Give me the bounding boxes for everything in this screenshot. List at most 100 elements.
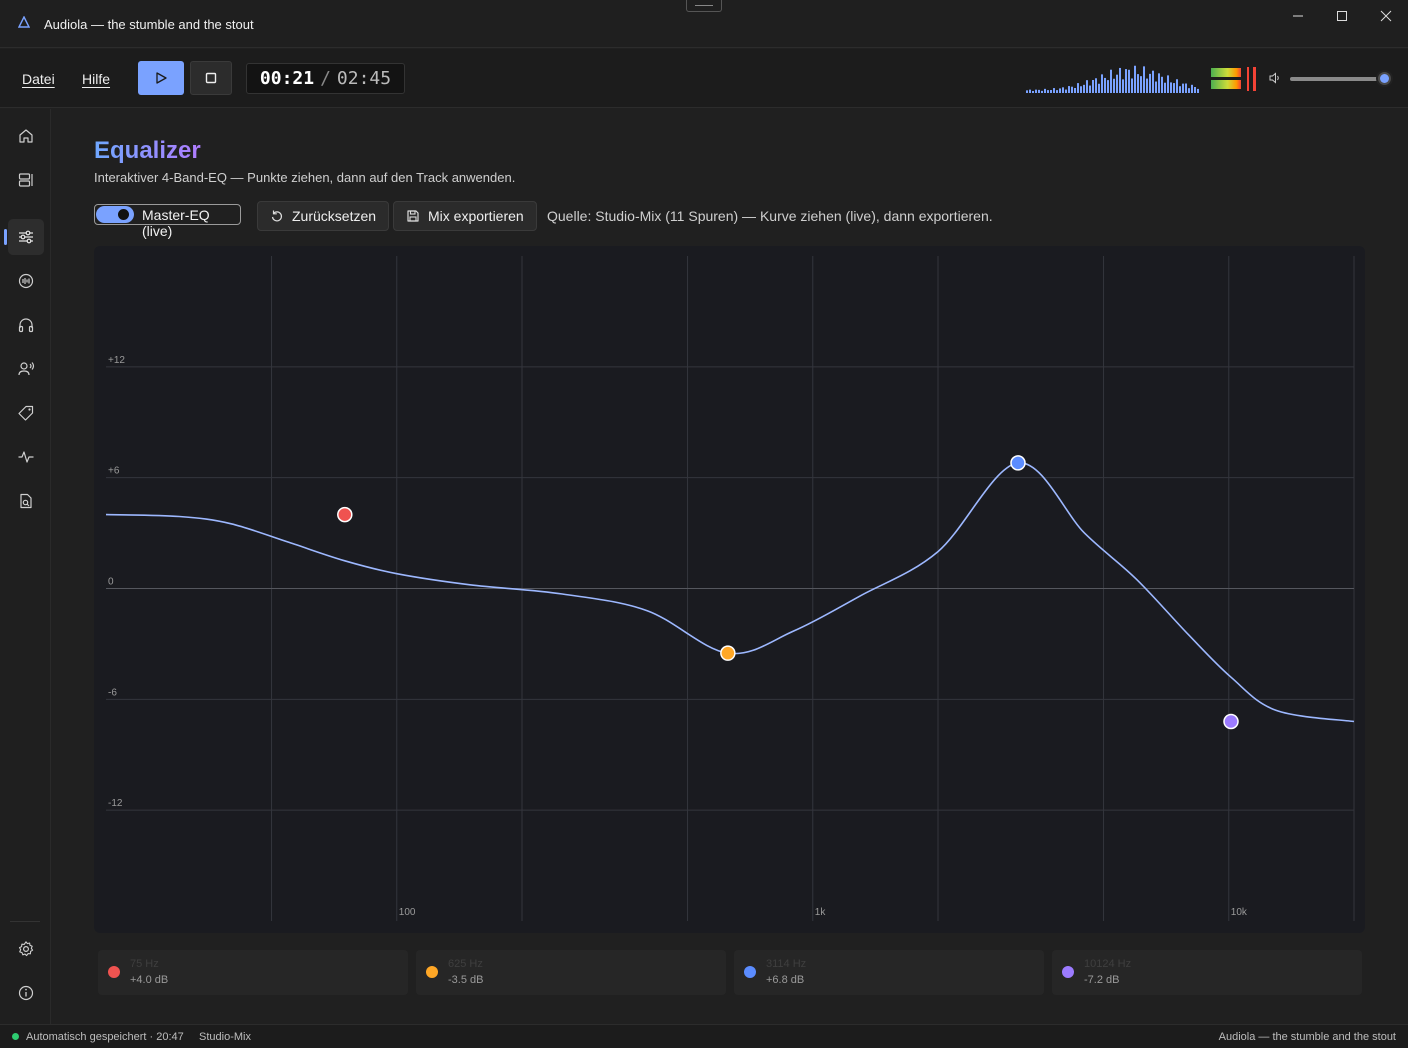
spectrum-bar <box>1107 80 1109 93</box>
band-frequency: 10124 Hz <box>1084 958 1132 970</box>
nav-equalizer[interactable] <box>4 219 44 255</box>
nav-library[interactable] <box>8 162 44 198</box>
nav-voice[interactable] <box>8 351 44 387</box>
x-tick-label: 10k <box>1231 907 1248 918</box>
equalizer-icon <box>19 230 33 244</box>
spectrum-bar <box>1122 79 1124 93</box>
play-button[interactable] <box>138 61 184 95</box>
nav-info[interactable] <box>8 975 44 1011</box>
stop-button[interactable] <box>190 61 232 95</box>
app-logo-icon <box>18 16 30 28</box>
toggle-label: Master-EQ (live) <box>142 207 210 239</box>
export-mix-button[interactable]: Mix exportieren <box>393 201 537 231</box>
volume-slider-thumb[interactable] <box>1376 70 1393 87</box>
spectrum-bar <box>1152 70 1154 93</box>
tag-icon <box>18 405 34 421</box>
x-tick-label: 1k <box>815 907 827 918</box>
band-gain: -3.5 dB <box>448 974 484 986</box>
maximize-button[interactable] <box>1320 0 1364 32</box>
band-gain: -7.2 dB <box>1084 974 1120 986</box>
nav-settings[interactable] <box>8 931 44 967</box>
total-time: 02:45 <box>336 68 392 89</box>
spectrum-bar <box>1179 86 1181 93</box>
band-frequency: 3114 Hz <box>766 958 807 970</box>
spectrum-bar <box>1092 80 1094 93</box>
nav-home[interactable] <box>8 118 44 154</box>
spectrum-bar <box>1086 80 1088 93</box>
voice-icon <box>18 362 35 376</box>
spectrum-bar <box>1056 90 1058 93</box>
minimize-button[interactable] <box>1276 0 1320 32</box>
spectrum-bar <box>1101 74 1103 93</box>
band-gain: +6.8 dB <box>766 974 805 986</box>
spectrum-bar <box>1071 86 1073 93</box>
spectrum-bar <box>1113 78 1115 93</box>
volume-slider[interactable] <box>1290 77 1384 81</box>
spectrum-bar <box>1116 74 1118 93</box>
time-display: 00:21 / 02:45 <box>246 63 405 94</box>
spectrum-bar <box>1182 83 1184 93</box>
close-button[interactable] <box>1364 0 1408 32</box>
sidebar <box>0 109 51 1024</box>
spectrum-bar <box>1170 82 1172 93</box>
master-eq-toggle[interactable]: Master-EQ (live) <box>94 204 241 239</box>
spectrum-bar <box>1194 87 1196 93</box>
toolbar: Datei Hilfe 00:21 / 02:45 <box>0 49 1408 108</box>
spectrum-bar <box>1050 90 1052 93</box>
spectrum-bar <box>1089 85 1091 93</box>
title-bar: Audiola — the stumble and the stout <box>0 0 1408 48</box>
time-separator: / <box>320 68 331 89</box>
spectrum-bar <box>1026 90 1028 93</box>
save-status-indicator <box>12 1033 19 1040</box>
reset-icon <box>271 210 283 222</box>
library-icon <box>18 173 33 187</box>
nav-headphones[interactable] <box>8 307 44 343</box>
minimize-icon <box>1293 15 1303 17</box>
stop-icon <box>205 72 217 84</box>
nav-audio[interactable] <box>8 263 44 299</box>
spectrum-bar <box>1029 89 1031 93</box>
menu-file[interactable]: Datei <box>22 71 55 87</box>
spectrum-bar <box>1158 73 1160 93</box>
status-bar: Automatisch gespeichert · 20:47 Studio-M… <box>0 1024 1408 1048</box>
volume-icon[interactable] <box>1268 71 1282 85</box>
spectrum-bar <box>1059 88 1061 93</box>
export-label: Mix exportieren <box>428 208 524 224</box>
spectrum-bar <box>1098 83 1100 93</box>
nav-activity[interactable] <box>8 439 44 475</box>
spectrum-bar <box>1149 73 1151 93</box>
eq-band-handle-2[interactable] <box>720 645 736 661</box>
band-frequency: 625 Hz <box>448 958 483 970</box>
eq-chart[interactable]: +12 +6 0 -6 -12 100 1k 10k <box>94 246 1365 933</box>
reset-label: Zurücksetzen <box>292 208 377 224</box>
y-tick-label: 0 <box>108 577 114 588</box>
spectrum-visualizer <box>1026 65 1199 93</box>
main-content: Equalizer Interaktiver 4-Band-EQ — Punkt… <box>52 109 1408 1024</box>
nav-tags[interactable] <box>8 395 44 431</box>
eq-band-handle-1[interactable] <box>337 506 353 523</box>
eq-band-handle-3[interactable] <box>1010 455 1026 471</box>
spectrum-bar <box>1032 91 1034 93</box>
page-subtitle: Interaktiver 4-Band-EQ — Punkte ziehen, … <box>94 170 516 185</box>
band-color-dot <box>426 966 438 978</box>
band-card-2: 625 Hz -3.5 dB <box>416 950 726 995</box>
snap-grip-handle[interactable] <box>686 0 722 12</box>
toggle-switch[interactable] <box>96 206 134 223</box>
menu-help[interactable]: Hilfe <box>82 71 110 87</box>
band-gain: +4.0 dB <box>130 974 169 986</box>
page-title: Equalizer <box>94 137 201 164</box>
spectrum-bar <box>1197 88 1199 93</box>
band-frequency: 75 Hz <box>130 958 159 970</box>
spectrum-bar <box>1068 86 1070 93</box>
spectrum-bar <box>1176 79 1178 93</box>
spectrum-bar <box>1134 65 1136 93</box>
spectrum-bar <box>1185 83 1187 93</box>
window-title: Audiola — the stumble and the stout <box>44 17 254 32</box>
eq-band-handle-4[interactable] <box>1223 713 1239 730</box>
spectrum-bar <box>1191 84 1193 93</box>
reset-button[interactable]: Zurücksetzen <box>257 201 390 231</box>
spectrum-bar <box>1143 66 1145 93</box>
eq-chart-canvas[interactable]: +12 +6 0 -6 -12 100 1k 10k <box>94 246 1365 933</box>
spectrum-bar <box>1119 67 1121 93</box>
nav-file-search[interactable] <box>8 483 44 519</box>
